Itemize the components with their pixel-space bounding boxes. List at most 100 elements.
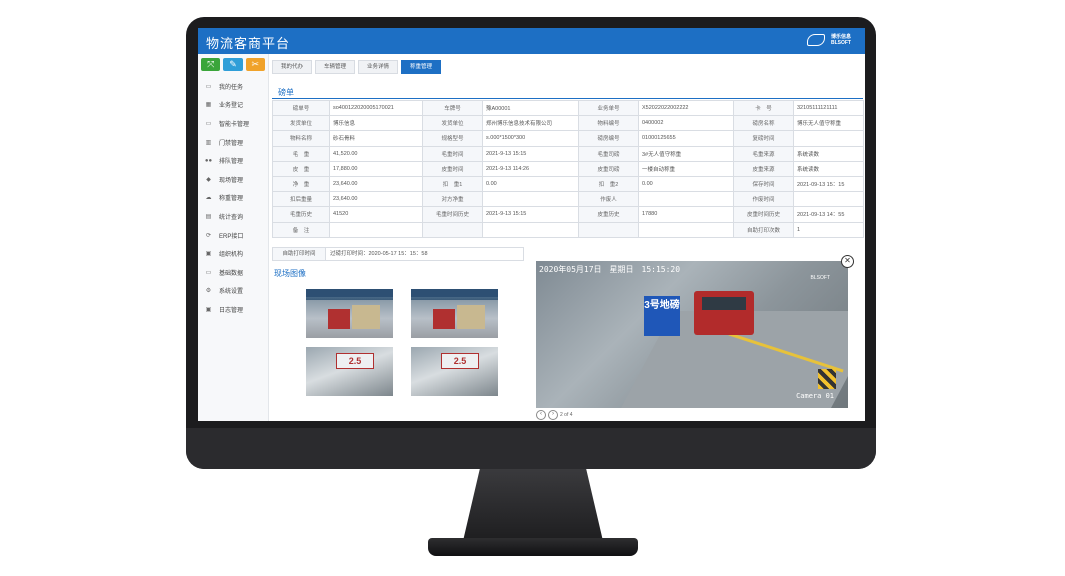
app-title: 物流客商平台: [206, 36, 291, 51]
table-value-cell: 23,640.00: [329, 191, 423, 208]
table-value-cell: 砂石骨料: [329, 130, 423, 147]
thumbnail-plate-1[interactable]: 2.5: [306, 347, 393, 396]
sidebar-item-my-tasks[interactable]: ▭ 我的任务: [198, 77, 268, 96]
table-label-cell: 扣 重2: [578, 175, 639, 193]
sidebar: ⤧ ✎ ✂ ▭ 我的任务 ▦ 业务登记 ▭ 智能卡管理 ▥ 门禁管理 ●● 排队管理 ◆ 现…: [198, 54, 269, 421]
pound-title: 磅单: [278, 88, 294, 97]
card-icon: ▭: [205, 120, 212, 127]
table-label-cell: 皮重时间历史: [733, 206, 794, 223]
monitor-chin: [186, 428, 876, 469]
table-label-cell: 自助打印次数: [733, 221, 794, 238]
sidebar-item-smart-card[interactable]: ▭ 智能卡管理: [198, 114, 268, 133]
table-label-cell: 扣后重量: [272, 191, 330, 208]
table-value-cell: 2021-09-13 14：55: [793, 206, 864, 223]
monitor-stand: [463, 469, 603, 541]
logo-line2: BLSOFT: [830, 40, 851, 46]
table-label-cell: 发货单位: [422, 115, 483, 132]
table-value-cell: 0400002: [638, 115, 734, 132]
sidebar-menu: ▭ 我的任务 ▦ 业务登记 ▭ 智能卡管理 ▥ 门禁管理 ●● 排队管理 ◆ 现场管理 ☁ 称…: [198, 77, 268, 319]
pager-text: 2 of 4: [560, 412, 573, 418]
table-row: 毛重历史 41520 毛重时间历史 2021-9-13 15:15 皮重历史 17880 皮…: [272, 206, 864, 223]
table-label-cell: 皮 重: [272, 160, 330, 177]
sidebar-item-queue[interactable]: ●● 排队管理: [198, 151, 268, 170]
quick-actions: ⤧ ✎ ✂: [198, 54, 268, 75]
tab-weighing[interactable]: 称重管理: [401, 60, 442, 74]
truck-image: [694, 291, 754, 335]
table-label-cell: 保存时间: [733, 175, 794, 193]
table-value-cell: 博乐无人值守称重: [793, 115, 864, 132]
table-value-cell: [329, 221, 423, 238]
table-row: 物料名称 砂石骨料 规格型号 s.000*1500*300 磅房编号 0100012565…: [272, 130, 864, 147]
edit-button[interactable]: ✎: [223, 58, 243, 71]
print-time-label: 自助打印时间: [273, 248, 326, 260]
thumbnail-gate-2[interactable]: [411, 289, 498, 338]
table-row: 净 重 23,640.00 扣 重1 0.00 扣 重2 0.00 保存时间 2021-09-…: [272, 175, 864, 193]
expand-button[interactable]: ⤧: [201, 58, 221, 71]
table-value-cell: 2021-9-13 15:15: [482, 206, 579, 223]
grid-icon: ▦: [205, 102, 212, 109]
org-icon: ▣: [205, 251, 212, 258]
table-label-cell: 业务单号: [578, 99, 639, 117]
monitor-base: [428, 538, 638, 556]
barrier-image: [818, 369, 836, 389]
table-value-cell: 17,880.00: [329, 160, 423, 177]
settings-icon: ⚙: [205, 288, 212, 295]
table-value-cell: 系统读数: [793, 145, 864, 162]
table-label-cell: 毛重司磅: [578, 145, 639, 162]
sidebar-item-gate[interactable]: ▥ 门禁管理: [198, 133, 268, 152]
table-row: 毛 重 41,520.00 毛重时间 2021-9-13 15:15 毛重司磅 3#无人值…: [272, 145, 864, 162]
table-value-cell: [638, 221, 734, 238]
close-icon[interactable]: ✕: [841, 255, 854, 268]
sidebar-item-settings[interactable]: ⚙ 系统设置: [198, 282, 268, 301]
table-value-cell: 17880: [638, 206, 734, 223]
table-value-cell: 2021-9-13 15:15: [482, 145, 579, 162]
table-value-cell: 0.00: [482, 175, 579, 193]
logo-icon: [806, 34, 825, 46]
tools-button[interactable]: ✂: [245, 58, 265, 71]
thumbnail-plate-2[interactable]: 2.5: [411, 347, 498, 396]
thumbnail-plate-2-text: 2.5: [441, 353, 479, 369]
table-label-cell: 磅房名称: [733, 115, 794, 132]
camera-view[interactable]: 3号地磅 2020年05月17日 星期日 15:15:20 BLSOFT Cam…: [536, 261, 848, 408]
table-value-cell: 41,520.00: [329, 145, 423, 162]
table-label-cell: 毛 重: [272, 145, 330, 162]
sidebar-item-business-register[interactable]: ▦ 业务登记: [198, 96, 268, 115]
sidebar-item-org[interactable]: ▣ 组织机构: [198, 244, 268, 263]
truck-icon: ◆: [206, 176, 211, 183]
queue-icon: ●●: [204, 157, 213, 164]
tab-vehicle[interactable]: 车辆管理: [315, 60, 356, 74]
sidebar-item-erp[interactable]: ⟳ ERP接口: [198, 226, 268, 245]
top-bar: 物流客商平台 博乐信息 BLSOFT: [198, 28, 865, 54]
tab-business-detail[interactable]: 业务详情: [358, 60, 399, 74]
sidebar-item-logs[interactable]: ▣ 日志管理: [198, 300, 268, 319]
tab-my-todo[interactable]: 我的代办: [272, 60, 313, 74]
sidebar-item-base-data[interactable]: ▭ 基础数据: [198, 263, 268, 282]
table-value-cell: 豫A00001: [482, 99, 579, 117]
table-value-cell: 博乐信息: [329, 115, 423, 132]
table-value-cell: 23,640.00: [329, 175, 423, 193]
prev-icon[interactable]: ‹: [536, 410, 546, 420]
table-row: 皮 重 17,880.00 皮重时间 2021-9-13 114:26 皮重司磅 一楼自动…: [272, 160, 864, 177]
table-value-cell: 32105111121111: [793, 99, 864, 117]
table-value-cell: so400122020005170021: [329, 99, 423, 117]
scene-title: 现场图像: [274, 269, 306, 278]
sidebar-item-stats[interactable]: ▤ 统计查询: [198, 207, 268, 226]
table-value-cell: 41520: [329, 206, 423, 223]
table-row: 扣后重量 23,640.00 对方净重 作废人 作废时间: [272, 191, 864, 208]
table-label-cell: 复磅时间: [733, 130, 794, 147]
table-label-cell: 车牌号: [422, 99, 483, 117]
table-value-cell: 系统读数: [793, 160, 864, 177]
table-label-cell: 毛重来源: [733, 145, 794, 162]
table-label-cell: 物料名称: [272, 130, 330, 147]
sidebar-item-site[interactable]: ◆ 现场管理: [198, 170, 268, 189]
table-value-cell: 1: [793, 221, 864, 238]
table-label-cell: 作废人: [578, 191, 639, 208]
print-time-value: 过磅打印时间：2020-05-17 15：15：58: [330, 251, 428, 257]
sidebar-item-weighing[interactable]: ☁ 称重管理: [198, 189, 268, 208]
table-label-cell: 毛重时间历史: [422, 206, 483, 223]
table-value-cell: [482, 221, 579, 238]
next-icon[interactable]: ›: [548, 410, 558, 420]
table-label-cell: 磅单号: [272, 99, 330, 117]
table-label-cell: 皮重司磅: [578, 160, 639, 177]
thumbnail-gate-1[interactable]: [306, 289, 393, 338]
